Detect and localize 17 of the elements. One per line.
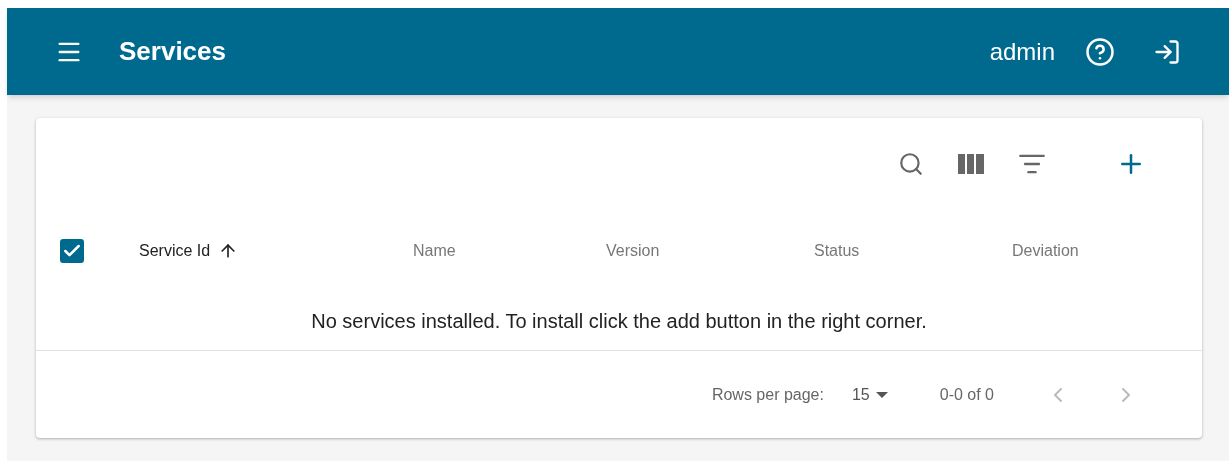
column-header[interactable]: Service Id xyxy=(139,239,211,263)
logout-icon[interactable] xyxy=(1153,37,1181,66)
help-icon[interactable] xyxy=(1085,36,1115,67)
user-name: admin xyxy=(989,36,1055,67)
columns-icon[interactable] xyxy=(958,154,984,174)
column-header[interactable]: Name xyxy=(413,239,456,263)
select-all-checkbox[interactable] xyxy=(60,239,84,263)
column-header[interactable]: Deviation xyxy=(1012,239,1079,263)
search-icon[interactable] xyxy=(898,151,924,177)
column-header[interactable]: Version xyxy=(606,239,660,263)
empty-message: No services installed. To install click the add button in the right corner. xyxy=(311,309,927,334)
page-range: 0-0 of 0 xyxy=(939,384,994,405)
page-title: Services xyxy=(119,35,226,68)
dropdown-caret-icon xyxy=(875,391,888,398)
rows-per-page-label: Rows per page: xyxy=(711,384,824,405)
column-header[interactable]: Status xyxy=(814,239,860,263)
rows-per-page-select[interactable]: 15 xyxy=(851,382,888,407)
